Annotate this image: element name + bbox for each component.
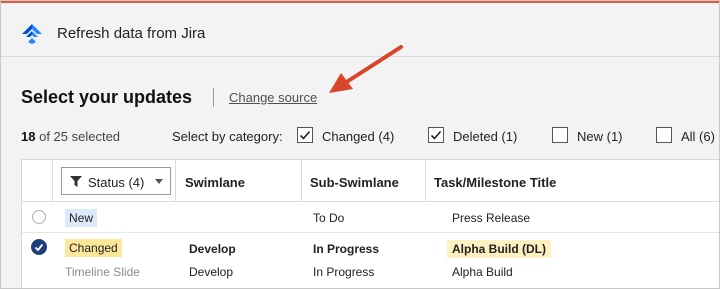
column-divider <box>301 160 302 201</box>
category-label: Select by category: <box>172 129 283 144</box>
column-divider <box>425 160 426 201</box>
row-select-radio-checked[interactable] <box>31 239 47 255</box>
selection-count: 18 of 25 selected <box>21 129 120 144</box>
column-header-swimlane[interactable]: Swimlane <box>185 175 245 190</box>
checkbox-changed[interactable] <box>297 127 313 143</box>
category-all-label: All (6) <box>681 129 715 144</box>
table-row[interactable]: Changed Develop In Progress Alpha Build … <box>22 233 719 288</box>
swimlane-cell: Develop <box>189 242 236 256</box>
status-badge: New <box>65 209 98 227</box>
app-title: Refresh data from Jira <box>57 25 206 42</box>
dialog-window: Refresh data from Jira Select your updat… <box>0 0 720 289</box>
table-header-row: Status (4) Swimlane Sub-Swimlane Task/Mi… <box>22 160 719 202</box>
selected-number: 18 <box>21 129 36 144</box>
checkbox-all[interactable] <box>656 127 672 143</box>
checkbox-new[interactable] <box>552 127 568 143</box>
status-badge: Changed <box>65 239 122 257</box>
updates-table: Status (4) Swimlane Sub-Swimlane Task/Mi… <box>21 159 719 288</box>
column-header-sub-swimlane[interactable]: Sub-Swimlane <box>310 175 399 190</box>
sub-swimlane-cell: To Do <box>313 211 345 225</box>
title-cell-changed: Alpha Build (DL) <box>447 240 551 258</box>
category-changed-label: Changed (4) <box>322 129 395 144</box>
change-source-link[interactable]: Change source <box>229 90 317 105</box>
chevron-down-icon <box>155 179 163 184</box>
page-title: Select your updates <box>21 87 193 107</box>
table-row[interactable]: New To Do Press Release <box>22 202 719 233</box>
column-divider <box>175 160 176 201</box>
selected-suffix: of 25 selected <box>39 129 121 144</box>
column-divider <box>52 160 53 201</box>
checkmark-icon <box>430 130 442 140</box>
status-filter-label: Status (4) <box>88 175 145 190</box>
callout-arrow-icon <box>329 45 403 93</box>
sub-swimlane-cell: In Progress <box>313 242 380 256</box>
previous-swimlane-cell: Develop <box>189 265 234 279</box>
row-select-radio[interactable] <box>32 210 46 224</box>
jira-logo-icon <box>22 24 42 44</box>
checkmark-icon <box>34 243 44 252</box>
column-header-title[interactable]: Task/Milestone Title <box>434 175 556 190</box>
category-deleted-label: Deleted (1) <box>453 129 518 144</box>
filter-icon <box>70 176 82 187</box>
previous-sub-swimlane-cell: In Progress <box>313 265 375 279</box>
status-filter-dropdown[interactable]: Status (4) <box>61 167 171 195</box>
category-new-label: New (1) <box>577 129 623 144</box>
previous-title-cell: Alpha Build <box>452 265 513 279</box>
checkbox-deleted[interactable] <box>428 127 444 143</box>
title-cell: Press Release <box>452 211 531 225</box>
checkmark-icon <box>299 130 311 140</box>
previous-status: Timeline Slide <box>65 265 140 279</box>
title-separator <box>213 88 214 107</box>
